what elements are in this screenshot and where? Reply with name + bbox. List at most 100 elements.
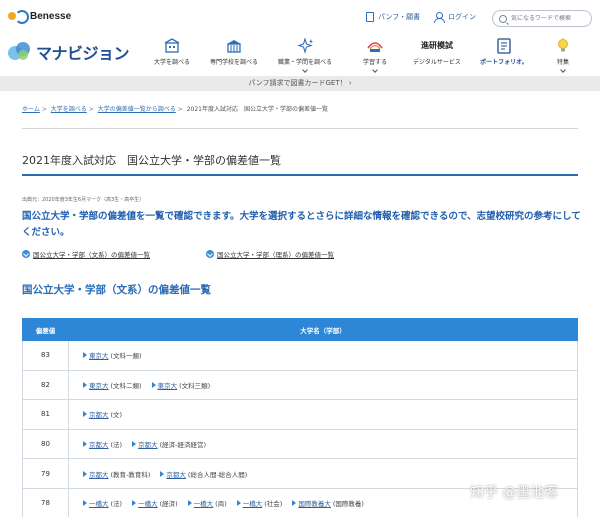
nav-label-careers: 職業・学問を調べる	[277, 59, 332, 66]
arrow-right-icon	[83, 411, 87, 418]
arrow-right-icon	[132, 500, 137, 507]
university-link[interactable]: 国際教養大 (国際教養)	[292, 498, 364, 508]
university-link[interactable]: 一橋大 (法)	[83, 498, 122, 508]
nav-item-universities[interactable]: 大学を調べる	[139, 38, 205, 66]
faculty-name: (商)	[215, 500, 227, 509]
faculty-name: (教育-教育科)	[110, 470, 151, 479]
faculty-name: (経済-経済経営)	[159, 441, 206, 450]
faculty-name: (文科一類)	[110, 352, 142, 361]
university-name: 東京大	[89, 381, 109, 390]
search-box[interactable]	[492, 10, 592, 27]
source-note: 出典元：2020年度3年生6月マーク（高3生・高卒生）	[22, 197, 145, 203]
university-name: 京都大	[166, 470, 186, 479]
column-header-name: 大学名（学部）	[68, 318, 578, 341]
university-link[interactable]: 京都大 (法)	[83, 439, 122, 449]
lead-text: 国公立大学・学部の偏差値を一覧で確認できます。大学を選択するとさらに詳細な情報を…	[22, 211, 581, 238]
watermark: 知乎 @墨池客	[470, 485, 559, 501]
university-name: 東京大	[157, 381, 178, 390]
table-row: 80 京都大 (法) 京都大 (経済-経済経営)	[22, 428, 578, 460]
nav-item-careers[interactable]: 職業・学問を調べる	[272, 38, 338, 73]
arrow-right-icon	[187, 500, 192, 507]
university-name: 京都大	[89, 470, 109, 479]
faculty-name: (文科二類)	[110, 381, 142, 390]
score-cell: 83	[22, 340, 69, 371]
manabision-logo[interactable]: マナビジョン	[8, 40, 130, 64]
nav-item-vocational[interactable]: 専門学校を調べる	[201, 38, 267, 66]
university-building-icon	[164, 38, 180, 53]
score-cell: 80	[22, 428, 69, 460]
university-name: 京都大	[138, 441, 158, 450]
breadcrumb-home[interactable]: ホーム	[22, 106, 40, 113]
document-icon	[366, 12, 374, 22]
arrow-right-icon	[83, 381, 87, 388]
university-name: 国際教養大	[298, 500, 331, 509]
university-link[interactable]: 一橋大 (商)	[187, 498, 227, 509]
score-cell: 81	[22, 399, 69, 430]
promo-banner[interactable]: パンフ請求で図書カードGET！ ›	[0, 76, 600, 91]
pamphlet-link[interactable]: パンフ・願書	[366, 12, 420, 22]
arrow-right-icon	[83, 441, 87, 448]
nav-item-portfolio[interactable]: ポートフォリオ。	[471, 38, 537, 66]
university-link[interactable]: 一橋大 (経済)	[132, 498, 178, 508]
score-cell: 82	[22, 369, 69, 401]
university-link[interactable]: 東京大 (文科一類)	[83, 350, 142, 360]
anchor-humanities-label: 国公立大学・学部（文系）の偏差値一覧	[33, 251, 150, 259]
nav-item-shinken-moshi[interactable]: 進研模試 デジタルサービス	[404, 38, 470, 66]
chevron-down-circle-icon	[206, 250, 214, 258]
university-name: 一橋大	[242, 500, 263, 509]
university-link[interactable]: 一橋大 (社会)	[236, 498, 283, 509]
faculty-name: (国際教養)	[332, 500, 364, 509]
nav-item-study[interactable]: 学習する	[342, 38, 408, 73]
faculty-name: (総合人間-総合人間)	[187, 470, 248, 479]
university-link[interactable]: 京都大 (文)	[83, 409, 122, 419]
university-name: 一橋大	[193, 500, 214, 509]
arrow-right-icon	[160, 470, 165, 477]
sparkle-icon	[297, 38, 313, 54]
faculty-name: (法)	[110, 441, 123, 450]
breadcrumb-deviation-list[interactable]: 大学の偏差値一覧から調べる	[98, 106, 176, 113]
university-cell: 東京大 (文科一類)	[68, 340, 578, 371]
breadcrumb-universities[interactable]: 大学を調べる	[51, 106, 87, 113]
title-underline	[22, 174, 578, 176]
user-icon	[434, 12, 445, 23]
arrow-right-icon	[151, 381, 156, 388]
chevron-down-icon	[372, 67, 378, 73]
anchor-sciences[interactable]: 国公立大学・学部（理系）の偏差値一覧	[206, 249, 334, 259]
university-name: 京都大	[89, 411, 109, 420]
nav-label-study: 学習する	[362, 59, 387, 66]
manabision-mark-icon	[8, 42, 32, 62]
nav-item-features[interactable]: 特集	[530, 38, 596, 73]
university-link[interactable]: 東京大 (文科二類)	[83, 380, 142, 390]
nav-label-vocational: 専門学校を調べる	[209, 59, 258, 66]
faculty-name: (社会)	[264, 500, 283, 509]
login-link[interactable]: ログイン	[434, 12, 476, 23]
search-icon[interactable]	[499, 14, 507, 23]
anchor-sciences-label: 国公立大学・学部（理系）の偏差値一覧	[217, 251, 334, 259]
column-header-score: 偏差値	[22, 318, 69, 341]
university-link[interactable]: 京都大 (総合人間-総合人間)	[160, 469, 247, 479]
benesse-logo[interactable]: Benesse	[8, 10, 71, 24]
table-row: 81 京都大 (文)	[22, 399, 578, 430]
table-row: 82 東京大 (文科二類) 東京大 (文科三類)	[22, 369, 578, 401]
arrow-right-icon	[236, 500, 241, 507]
chevron-down-icon	[560, 67, 566, 73]
university-link[interactable]: 京都大 (経済-経済経営)	[132, 439, 206, 449]
university-link[interactable]: 東京大 (文科三類)	[151, 380, 211, 390]
page-title: 2021年度入試対応 国公立大学・学部の偏差値一覧	[22, 154, 281, 167]
faculty-name: (経済)	[159, 500, 178, 509]
nav-label-features: 特集	[556, 59, 569, 66]
table-header-row: 偏差値 大学名（学部）	[22, 318, 578, 341]
pamphlet-label: パンフ・願書	[378, 13, 421, 21]
university-cell: 京都大 (法) 京都大 (経済-経済経営)	[68, 428, 578, 460]
anchor-humanities[interactable]: 国公立大学・学部（文系）の偏差値一覧	[22, 249, 150, 259]
logo-text: マナビジョン	[36, 44, 130, 63]
university-link[interactable]: 京都大 (教育-教育科)	[83, 469, 150, 479]
arrow-right-icon	[83, 352, 87, 359]
lightbulb-icon	[558, 38, 568, 52]
benesse-mark-icon	[8, 10, 29, 24]
university-name: 京都大	[89, 441, 109, 450]
chevron-down-circle-icon	[22, 250, 30, 258]
search-input[interactable]	[511, 15, 591, 22]
faculty-name: (文科三類)	[179, 381, 211, 390]
arrow-right-icon	[83, 470, 87, 477]
